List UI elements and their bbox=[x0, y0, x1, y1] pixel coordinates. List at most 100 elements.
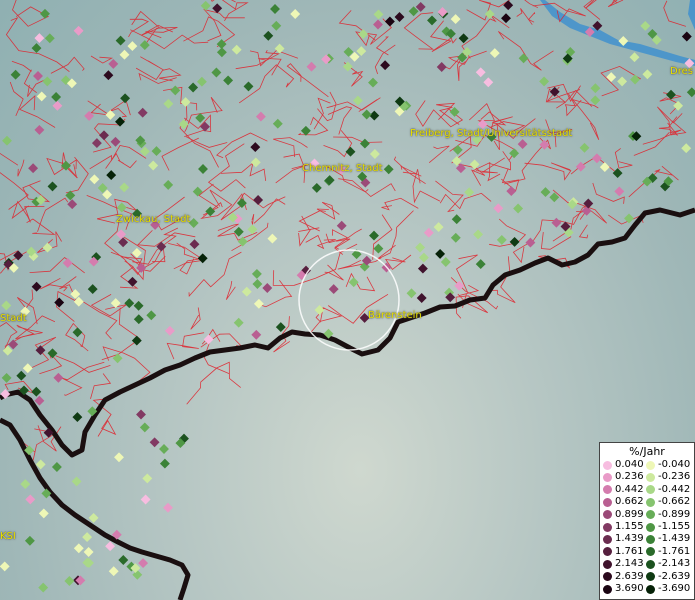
measurement-point[interactable] bbox=[427, 15, 437, 26]
measurement-point[interactable] bbox=[458, 33, 469, 44]
measurement-point[interactable] bbox=[89, 174, 100, 185]
measurement-point[interactable] bbox=[31, 43, 42, 54]
measurement-point[interactable] bbox=[452, 144, 463, 155]
measurement-point[interactable] bbox=[506, 186, 517, 197]
measurement-point[interactable] bbox=[525, 237, 536, 248]
measurement-point[interactable] bbox=[681, 143, 692, 154]
measurement-point[interactable] bbox=[451, 214, 462, 225]
measurement-point[interactable] bbox=[415, 242, 426, 253]
measurement-point[interactable] bbox=[91, 138, 102, 149]
measurement-point[interactable] bbox=[31, 281, 42, 292]
measurement-point[interactable] bbox=[345, 146, 356, 157]
measurement-point[interactable] bbox=[1, 300, 12, 311]
measurement-point[interactable] bbox=[253, 298, 264, 309]
measurement-point[interactable] bbox=[423, 227, 434, 238]
measurement-point[interactable] bbox=[139, 40, 150, 51]
measurement-point[interactable] bbox=[151, 146, 162, 157]
measurement-point[interactable] bbox=[196, 76, 207, 87]
measurement-point[interactable] bbox=[358, 29, 369, 40]
measurement-point[interactable] bbox=[82, 532, 93, 543]
measurement-point[interactable] bbox=[1, 372, 12, 383]
measurement-point[interactable] bbox=[356, 46, 367, 57]
place-label-chemnitz[interactable]: Chemnitz, Stadt bbox=[302, 163, 383, 174]
measurement-point[interactable] bbox=[38, 508, 49, 519]
measurement-point[interactable] bbox=[62, 258, 73, 268]
measurement-point[interactable] bbox=[272, 118, 283, 129]
measurement-point[interactable] bbox=[38, 582, 49, 593]
measurement-point[interactable] bbox=[138, 558, 149, 569]
measurement-point[interactable] bbox=[359, 138, 370, 149]
place-label-freiberg[interactable]: Freiberg, Stadt/Universitätsstadt bbox=[410, 128, 572, 139]
measurement-point[interactable] bbox=[394, 12, 405, 22]
measurement-point[interactable] bbox=[72, 327, 83, 338]
measurement-point[interactable] bbox=[40, 8, 50, 19]
measurement-point[interactable] bbox=[275, 322, 286, 333]
measurement-point[interactable] bbox=[133, 314, 144, 325]
measurement-point[interactable] bbox=[192, 186, 203, 197]
measurement-point[interactable] bbox=[149, 437, 160, 448]
measurement-point[interactable] bbox=[64, 576, 75, 586]
measurement-point[interactable] bbox=[384, 16, 395, 27]
measurement-point[interactable] bbox=[517, 139, 528, 150]
measurement-point[interactable] bbox=[211, 67, 222, 78]
measurement-point[interactable] bbox=[440, 257, 451, 267]
measurement-point[interactable] bbox=[579, 142, 590, 153]
measurement-point[interactable] bbox=[54, 297, 65, 308]
measurement-point[interactable] bbox=[216, 39, 227, 50]
measurement-point[interactable] bbox=[148, 160, 159, 171]
measurement-point[interactable] bbox=[22, 363, 33, 374]
measurement-point[interactable] bbox=[47, 348, 58, 359]
measurement-point[interactable] bbox=[314, 305, 325, 315]
measurement-point[interactable] bbox=[20, 479, 31, 490]
measurement-point[interactable] bbox=[433, 222, 444, 233]
measurement-point[interactable] bbox=[25, 494, 36, 505]
measurement-point[interactable] bbox=[84, 110, 95, 121]
measurement-point[interactable] bbox=[139, 422, 150, 433]
measurement-point[interactable] bbox=[131, 335, 142, 346]
measurement-point[interactable] bbox=[274, 43, 285, 54]
measurement-point[interactable] bbox=[241, 286, 252, 297]
measurement-point[interactable] bbox=[681, 31, 692, 42]
place-label-baerenstein[interactable]: Bärenstein bbox=[368, 310, 422, 321]
measurement-point[interactable] bbox=[263, 30, 274, 41]
measurement-point[interactable] bbox=[73, 543, 84, 554]
measurement-point[interactable] bbox=[42, 76, 53, 87]
measurement-point[interactable] bbox=[133, 300, 144, 311]
measurement-point[interactable] bbox=[614, 186, 625, 197]
measurement-point[interactable] bbox=[418, 252, 429, 263]
measurement-point[interactable] bbox=[629, 52, 640, 63]
measurement-point[interactable] bbox=[118, 555, 129, 565]
measurement-point[interactable] bbox=[231, 44, 242, 55]
measurement-point[interactable] bbox=[255, 111, 266, 122]
measurement-point[interactable] bbox=[300, 125, 311, 136]
measurement-point[interactable] bbox=[140, 494, 151, 505]
measurement-point[interactable] bbox=[380, 60, 391, 71]
measurement-point[interactable] bbox=[575, 161, 586, 172]
measurement-point[interactable] bbox=[450, 14, 461, 25]
measurement-point[interactable] bbox=[35, 459, 46, 470]
measurement-point[interactable] bbox=[146, 310, 157, 321]
measurement-point[interactable] bbox=[306, 61, 317, 72]
measurement-point[interactable] bbox=[136, 409, 146, 420]
measurement-point[interactable] bbox=[368, 77, 378, 88]
measurement-point[interactable] bbox=[591, 153, 602, 164]
place-label-stadt[interactable]: Stadt bbox=[0, 313, 27, 324]
measurement-point[interactable] bbox=[223, 75, 234, 86]
measurement-point[interactable] bbox=[416, 293, 427, 303]
measurement-point[interactable] bbox=[373, 19, 383, 30]
measurement-point[interactable] bbox=[369, 110, 380, 121]
measurement-point[interactable] bbox=[518, 53, 529, 64]
measurement-point[interactable] bbox=[51, 462, 62, 472]
measurement-point[interactable] bbox=[251, 268, 262, 279]
measurement-point[interactable] bbox=[599, 162, 610, 173]
measurement-point[interactable] bbox=[373, 243, 384, 254]
measurement-point[interactable] bbox=[475, 67, 486, 78]
measurement-point[interactable] bbox=[127, 41, 138, 52]
measurement-point[interactable] bbox=[484, 9, 495, 20]
measurement-point[interactable] bbox=[450, 232, 461, 243]
measurement-point[interactable] bbox=[250, 142, 261, 153]
measurement-point[interactable] bbox=[142, 473, 153, 484]
measurement-point[interactable] bbox=[686, 87, 695, 98]
measurement-point[interactable] bbox=[120, 93, 131, 104]
measurement-point[interactable] bbox=[28, 163, 39, 174]
